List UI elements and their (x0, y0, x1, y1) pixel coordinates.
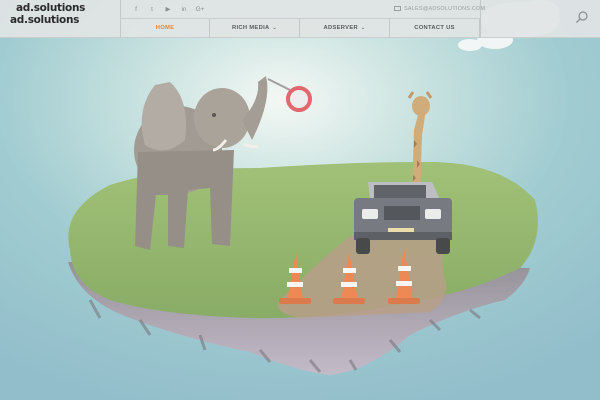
hero-image (0, 0, 600, 400)
divider (480, 0, 481, 38)
chevron-down-icon: ⌄ (361, 25, 366, 31)
nav-item-contact-us[interactable]: CONTACT US (390, 19, 480, 38)
logo-text: ad.solutions (16, 2, 86, 14)
linkedin-icon[interactable]: in (176, 4, 192, 15)
site-header: ad.solutions ad.solutions f t ▶ in G+ SA… (0, 0, 600, 38)
main-nav: HOME RICH MEDIA ⌄ ADSERVER ⌄ CONTACT US (120, 19, 480, 38)
facebook-icon[interactable]: f (128, 4, 144, 15)
twitter-icon[interactable]: t (144, 4, 160, 15)
youtube-icon[interactable]: ▶ (160, 4, 176, 15)
social-links: f t ▶ in G+ (128, 4, 208, 15)
envelope-icon (394, 5, 401, 11)
nav-item-home[interactable]: HOME (120, 19, 210, 38)
nav-item-label: RICH MEDIA (232, 25, 270, 31)
chevron-down-icon: ⌄ (272, 25, 277, 31)
email-text: SALES@ADSOLUTIONS.COM (404, 6, 486, 12)
logo-text: ad.solutions (10, 14, 80, 26)
search-button[interactable] (574, 10, 590, 26)
logo[interactable]: ad.solutions ad.solutions (10, 1, 120, 37)
nav-item-adserver[interactable]: ADSERVER ⌄ (300, 19, 390, 38)
google-plus-icon[interactable]: G+ (192, 4, 208, 15)
nav-item-label: CONTACT US (414, 25, 455, 31)
nav-item-label: HOME (155, 25, 175, 31)
nav-item-rich-media[interactable]: RICH MEDIA ⌄ (210, 19, 300, 38)
contact-email[interactable]: SALES@ADSOLUTIONS.COM (394, 4, 485, 15)
search-icon (576, 11, 588, 23)
nav-item-label: ADSERVER (323, 25, 358, 31)
